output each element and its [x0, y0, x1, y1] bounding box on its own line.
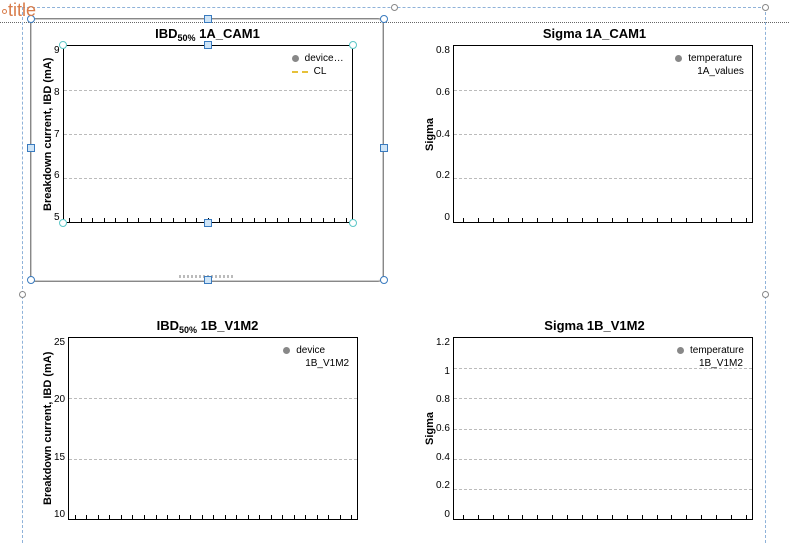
- grid-line: [454, 90, 752, 91]
- chart-legend: temperature 1A_values: [675, 52, 744, 78]
- selection-handle-e[interactable]: [380, 144, 388, 152]
- y-tick: 6: [54, 170, 60, 181]
- y-axis-label: Breakdown current, IBD (mA): [40, 45, 54, 223]
- legend-marker-dot: [677, 347, 684, 354]
- y-tick: 0.2: [436, 480, 450, 491]
- plot-handle[interactable]: [59, 41, 67, 49]
- y-tick: 1: [436, 366, 450, 377]
- legend-sublabel: 1A_values: [697, 65, 744, 78]
- y-axis-label: Sigma: [422, 337, 436, 520]
- selection-handle-w[interactable]: [27, 144, 35, 152]
- page-box-handle-top[interactable]: [391, 4, 398, 11]
- legend-label: CL: [314, 65, 327, 78]
- selection-handle-ne[interactable]: [380, 15, 388, 23]
- grid-line: [454, 429, 752, 430]
- plot-handle[interactable]: [349, 41, 357, 49]
- y-axis-label: Sigma: [422, 45, 436, 223]
- y-tick: 0: [436, 212, 450, 223]
- plot-handle[interactable]: [59, 219, 67, 227]
- legend-label: device…: [305, 52, 344, 65]
- legend-sublabel: 1B_V1M2: [305, 357, 349, 370]
- plot-area[interactable]: temperature 1A_values: [453, 45, 753, 223]
- grid-line: [69, 459, 357, 460]
- y-tick: 7: [54, 129, 60, 140]
- page-box-handle-topright[interactable]: [762, 4, 769, 11]
- grid-line: [69, 398, 357, 399]
- chart-legend: temperature 1B_V1M2: [677, 344, 744, 370]
- grid-line: [454, 489, 752, 490]
- chart-title-prefix: IBD: [155, 26, 177, 41]
- legend-sublabel: 1B_V1M2: [699, 357, 743, 370]
- title-placeholder-handle[interactable]: [2, 9, 7, 14]
- grid-line: [454, 398, 752, 399]
- selection-handle-s[interactable]: [204, 276, 212, 284]
- y-axis-ticks: 25 20 15 10: [54, 337, 68, 520]
- y-tick: 1.2: [436, 337, 450, 348]
- page-title-placeholder[interactable]: title: [8, 0, 36, 21]
- grid-line: [64, 90, 352, 91]
- y-tick: 0.2: [436, 170, 450, 181]
- chart-title-suffix: 1A_CAM1: [196, 26, 260, 41]
- chart-title-sub: 50%: [179, 325, 197, 335]
- plot-handle[interactable]: [204, 41, 212, 49]
- legend-label: temperature: [690, 344, 744, 357]
- legend-label: device: [296, 344, 325, 357]
- y-axis-label: Breakdown current, IBD (mA): [40, 337, 54, 520]
- legend-marker-dot: [283, 347, 290, 354]
- chart-sigma-1b[interactable]: Sigma 1B_V1M2 Sigma 1.2 1 0.8 0.6 0.4 0.…: [422, 318, 767, 520]
- y-tick: 0.6: [436, 87, 450, 98]
- selection-handle-n[interactable]: [204, 15, 212, 23]
- y-axis-ticks: 0.8 0.6 0.4 0.2 0: [436, 45, 453, 223]
- y-tick: 0.8: [436, 394, 450, 405]
- chart-title-sub: 50%: [178, 33, 196, 43]
- y-tick: 0.6: [436, 423, 450, 434]
- plot-area[interactable]: temperature 1B_V1M2: [453, 337, 753, 520]
- chart-legend: device 1B_V1M2: [283, 344, 349, 370]
- grid-line: [454, 178, 752, 179]
- chart-legend: device… CL: [292, 52, 344, 78]
- chart-title: Sigma 1A_CAM1: [422, 26, 767, 41]
- grid-line: [454, 134, 752, 135]
- y-tick: 0: [436, 509, 450, 520]
- selection-handle-se[interactable]: [380, 276, 388, 284]
- y-tick: 0.4: [436, 129, 450, 140]
- y-tick: 15: [54, 452, 65, 463]
- legend-label: temperature: [688, 52, 742, 65]
- legend-marker-dot: [292, 55, 299, 62]
- page-box-handle-right[interactable]: [762, 291, 769, 298]
- y-tick: 25: [54, 337, 65, 348]
- plot-area[interactable]: device… CL: [63, 45, 353, 223]
- chart-ibd-1b[interactable]: IBD50% 1B_V1M2 Breakdown current, IBD (m…: [40, 318, 375, 520]
- legend-marker-dash: [292, 71, 308, 73]
- chart-title: IBD50% 1A_CAM1: [40, 26, 375, 41]
- chart-ibd-1a[interactable]: IBD50% 1A_CAM1 Breakdown current, IBD (m…: [40, 26, 375, 223]
- y-tick: 10: [54, 509, 65, 520]
- grid-line: [64, 178, 352, 179]
- selection-handle-sw[interactable]: [27, 276, 35, 284]
- chart-title: Sigma 1B_V1M2: [422, 318, 767, 333]
- y-tick: 0.8: [436, 45, 450, 56]
- y-axis-ticks: 9 8 7 6 5: [54, 45, 63, 223]
- y-tick: 20: [54, 394, 65, 405]
- plot-area[interactable]: device 1B_V1M2: [68, 337, 358, 520]
- plot-handle[interactable]: [204, 219, 212, 227]
- chart-title-suffix: 1B_V1M2: [197, 318, 258, 333]
- y-axis-ticks: 1.2 1 0.8 0.6 0.4 0.2 0: [436, 337, 453, 520]
- legend-marker-dot: [675, 55, 682, 62]
- page-box-handle-left[interactable]: [19, 291, 26, 298]
- y-tick: 8: [54, 87, 60, 98]
- chart-sigma-1a[interactable]: Sigma 1A_CAM1 Sigma 0.8 0.6 0.4 0.2 0 te…: [422, 26, 767, 223]
- y-tick: 0.4: [436, 452, 450, 463]
- page-box-left: [22, 7, 23, 543]
- plot-handle[interactable]: [349, 219, 357, 227]
- chart-title-prefix: IBD: [157, 318, 179, 333]
- chart-title: IBD50% 1B_V1M2: [40, 318, 375, 333]
- grid-line: [454, 459, 752, 460]
- grid-line: [64, 134, 352, 135]
